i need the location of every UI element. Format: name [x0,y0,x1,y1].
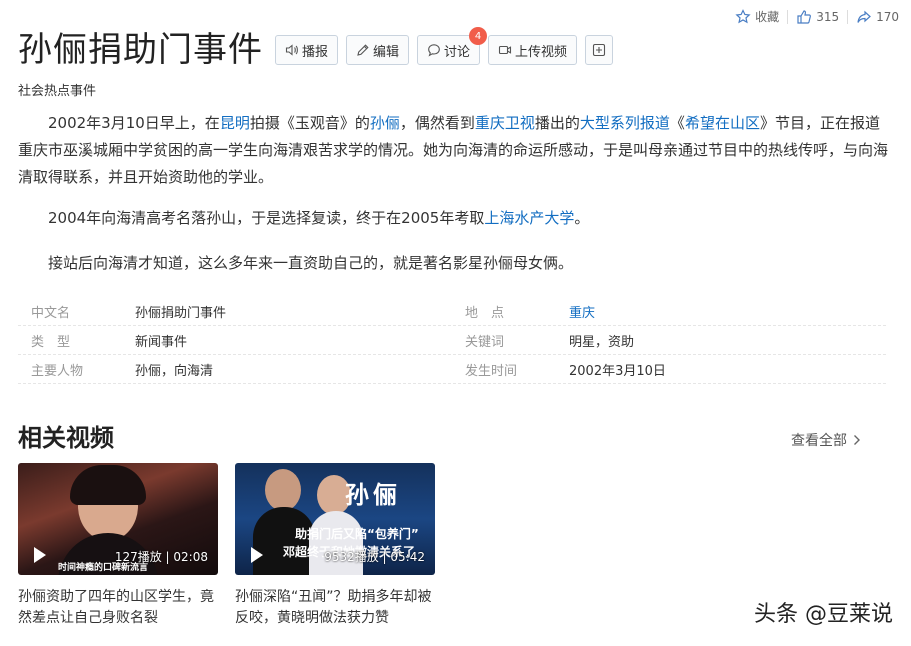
info-key: 中文名 [31,305,71,321]
collect-label: 收藏 [755,10,780,24]
pencil-icon [357,44,369,56]
thumbnail-name: 孙俪 [345,481,401,509]
info-cell: 地 点 重庆 [452,302,886,321]
plus-icon [593,43,606,57]
page-actions: 收藏 315 170 [727,8,907,25]
location-link[interactable]: 重庆 [569,302,595,321]
info-cell: 中文名 孙俪捐助门事件 [18,302,452,321]
info-key: 主要人物 [31,363,84,379]
info-cell: 关键词 明星，资助 [452,331,886,350]
share-button[interactable]: 170 [848,9,907,25]
upload-video-label: 上传视频 [515,44,568,60]
related-videos-title: 相关视频 [18,424,114,452]
info-row: 主要人物 孙俪，向海清 发生时间 2002年3月10日 [18,355,886,384]
text-span: 拍摄《玉观音》的 [249,114,370,132]
thumbs-up-icon [797,9,812,24]
discuss-count-badge: 4 [469,27,488,45]
video-camera-icon [498,45,512,55]
video-title[interactable]: 孙俪资助了四年的山区学生，竟然差点让自己身败名裂 [18,587,223,629]
add-button[interactable] [585,35,614,65]
info-value: 孙俪捐助门事件 [135,305,227,321]
info-cell: 发生时间 2002年3月10日 [452,360,886,379]
link-sun-li[interactable]: 孙俪 [370,114,400,132]
info-value: 明星，资助 [569,334,635,350]
text-span: 播出的 [534,114,580,132]
text-span: 2004年向海清高考名落孙山，于是选择复读，终于在2005年考取 [48,209,485,227]
link-university[interactable]: 上海水产大学 [484,209,574,227]
title-row: 孙俪捐助门事件 播报 编辑 讨论 4 上传视频 [18,27,614,72]
link-program[interactable]: 希望在山区 [685,114,760,132]
page-subtitle: 社会热点事件 [18,84,97,99]
info-key: 地 点 [465,305,505,321]
video-meta: 127播放 | 02:08 [114,550,208,564]
like-button[interactable]: 315 [788,9,847,25]
info-row: 中文名 孙俪捐助门事件 地 点 重庆 [18,297,886,326]
collect-button[interactable]: 收藏 [727,8,787,25]
hair-shape [70,465,146,505]
text-span: 。 [574,209,590,227]
thumbnail-headline: 助捐门后又陷“包养门” [295,527,419,541]
see-all-link[interactable]: 查看全部 [791,430,861,450]
discuss-label: 讨论 [444,44,471,60]
text-span: ，偶然看到 [399,114,475,132]
article-paragraph: 接站后向海清才知道，这么多年来一直资助自己的，就是著名影星孙俪母女俩。 [48,254,574,272]
article-paragraph: 2002年3月10日早上，在昆明拍摄《玉观音》的孙俪，偶然看到重庆卫视播出的大型… [18,110,890,191]
like-count: 315 [816,9,840,24]
info-key: 类 型 [31,334,71,350]
text-span: 2002年3月10日早上，在 [48,114,220,132]
share-count: 170 [876,9,899,24]
info-cell: 主要人物 孙俪，向海清 [18,360,452,379]
star-icon [735,8,751,23]
chevron-right-icon [854,435,860,445]
broadcast-label: 播报 [302,44,329,60]
page-title: 孙俪捐助门事件 [18,30,263,70]
article-paragraph: 2004年向海清高考名落孙山，于是选择复读，终于在2005年考取上海水产大学。 [18,205,890,232]
broadcast-button[interactable]: 播报 [275,35,339,65]
info-value: 2002年3月10日 [569,363,666,379]
speaker-icon [285,44,298,56]
info-cell: 类 型 新闻事件 [18,331,452,350]
video-title[interactable]: 孙俪深陷“丑闻”？助捐多年却被反咬，黄晓明做法获力赞 [235,587,440,629]
video-thumbnail[interactable]: 时间神瘾的口碑新流言 127播放 | 02:08 [18,463,218,575]
link-report-series[interactable]: 大型系列报道 [580,114,670,132]
info-table: 中文名 孙俪捐助门事件 地 点 重庆 类 型 新闻事件 关键词 明星，资助 主要… [18,297,886,384]
info-row: 类 型 新闻事件 关键词 明星，资助 [18,326,886,355]
person-figure [265,469,301,511]
link-chongqing-tv[interactable]: 重庆卫视 [475,114,535,132]
info-value: 新闻事件 [135,334,188,350]
video-card[interactable]: 孙俪 助捐门后又陷“包养门” 邓超终于和她撇清关系了 9532播放 | 05:4… [235,463,435,629]
link-kunming[interactable]: 昆明 [220,114,250,132]
play-icon[interactable] [251,547,263,563]
play-icon[interactable] [34,547,46,563]
text-span: 《 [669,114,685,132]
info-value: 孙俪，向海清 [135,363,214,379]
video-meta: 9532播放 | 05:42 [324,550,425,564]
video-thumbnail[interactable]: 孙俪 助捐门后又陷“包养门” 邓超终于和她撇清关系了 9532播放 | 05:4… [235,463,435,575]
title-toolbar: 播报 编辑 讨论 4 上传视频 [275,27,614,65]
share-icon [857,10,871,23]
edit-button[interactable]: 编辑 [346,35,410,65]
upload-video-button[interactable]: 上传视频 [488,35,578,65]
discuss-button[interactable]: 讨论 4 [417,27,488,65]
info-key: 发生时间 [465,363,518,379]
watermark: 头条 @豆莱说 [754,602,893,627]
edit-label: 编辑 [373,44,400,60]
video-card[interactable]: 时间神瘾的口碑新流言 127播放 | 02:08 孙俪资助了四年的山区学生，竟然… [18,463,218,629]
see-all-label: 查看全部 [791,433,847,449]
chat-bubble-icon [428,44,440,57]
info-key: 关键词 [465,334,505,350]
